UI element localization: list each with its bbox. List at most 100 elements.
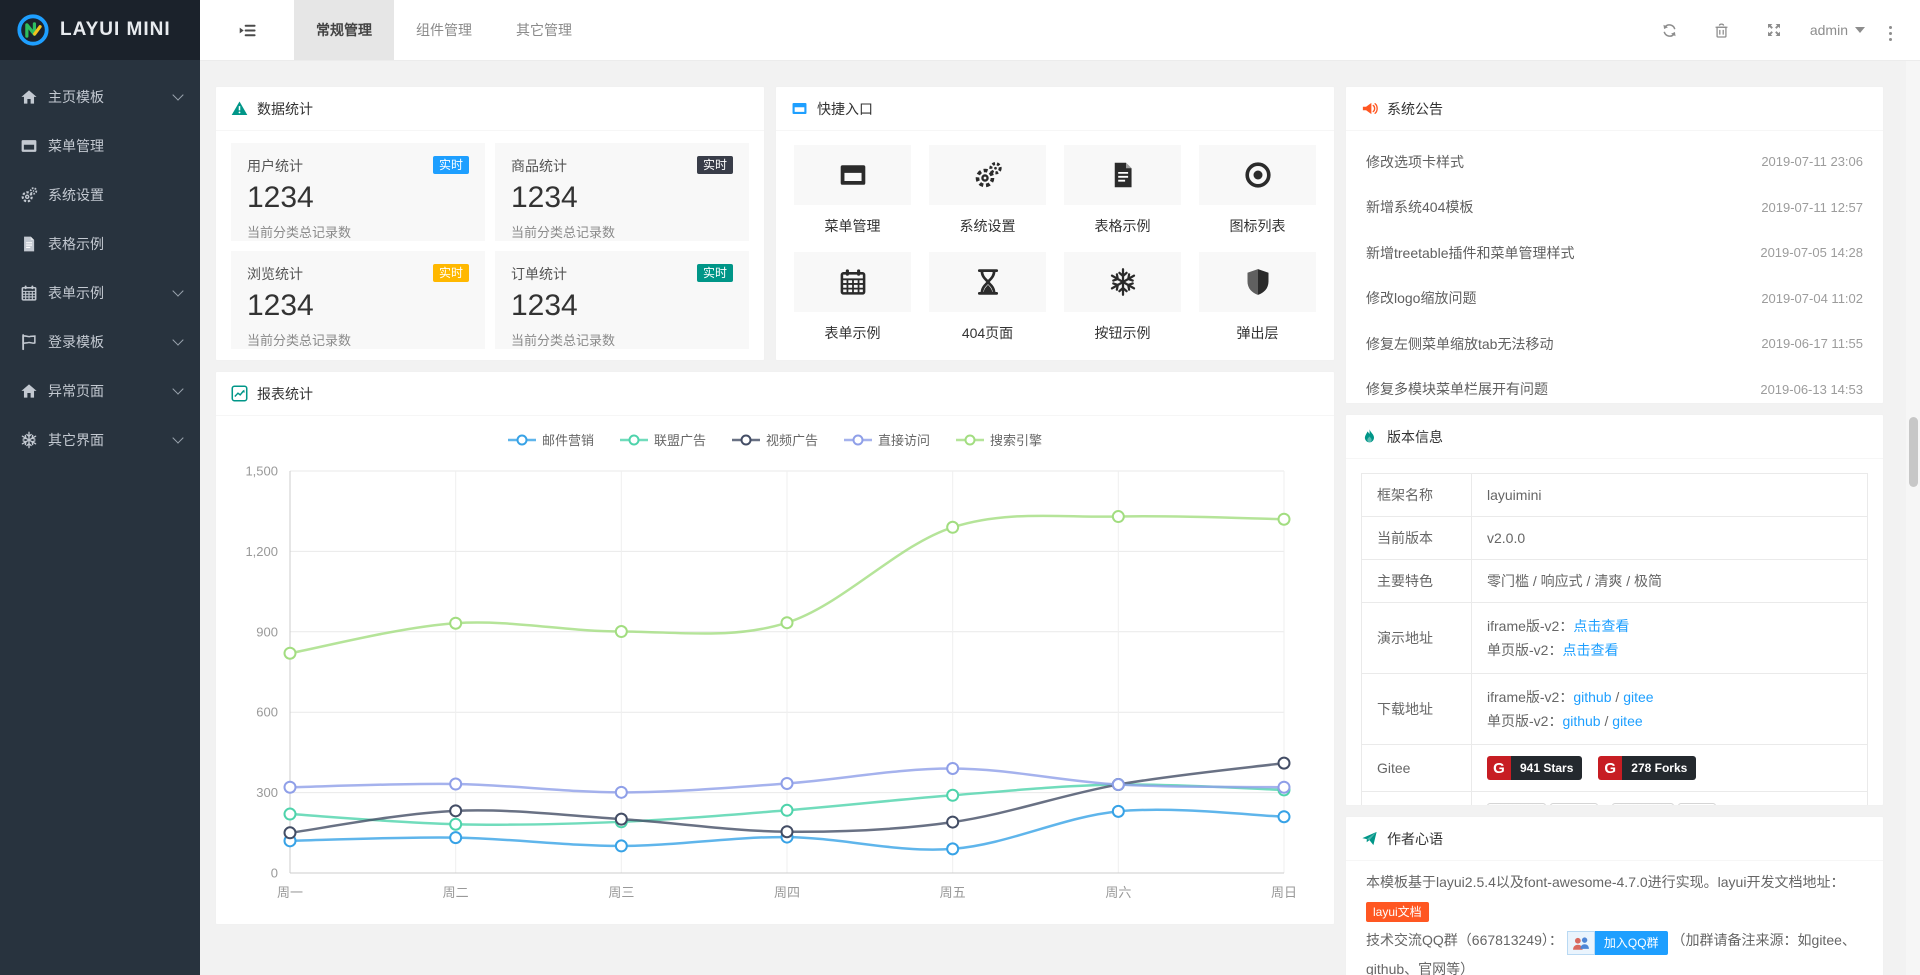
quick-item-menu-management[interactable]: 菜单管理 xyxy=(794,145,911,236)
quick-item-table-examples[interactable]: 表格示例 xyxy=(1064,145,1181,236)
vertical-scrollbar[interactable] xyxy=(1906,61,1920,975)
join-qq-group-button[interactable]: 加入QQ群 xyxy=(1567,931,1668,955)
data-point xyxy=(1113,511,1124,522)
svg-text:1,200: 1,200 xyxy=(245,544,278,559)
layui-mini-logo-icon xyxy=(16,13,50,47)
legend-item[interactable]: 视频广告 xyxy=(732,430,818,449)
notice-text: 新增系统404模板 xyxy=(1366,197,1473,217)
notice-item[interactable]: 新增系统404模板 2019-07-11 12:57 xyxy=(1366,185,1863,231)
sidebar-item-table-examples[interactable]: 表格示例 xyxy=(0,219,200,268)
panel-header: 报表统计 xyxy=(216,372,1334,416)
svg-text:600: 600 xyxy=(256,705,278,720)
sidebar-item-home-template[interactable]: 主页模板 xyxy=(0,72,200,121)
clear-cache-button[interactable] xyxy=(1696,22,1748,39)
line-chart-svg[interactable]: 03006009001,2001,500周一周二周三周四周五周六周日 xyxy=(228,455,1316,925)
notice-item[interactable]: 修复左侧菜单缩放tab无法移动 2019-06-17 11:55 xyxy=(1366,321,1863,367)
line-chart: 03006009001,2001,500周一周二周三周四周五周六周日 xyxy=(216,453,1334,925)
gitee-forks-badge[interactable]: G 278 Forks xyxy=(1598,756,1696,780)
window-icon xyxy=(20,137,38,155)
data-point xyxy=(450,618,461,629)
stat-title: 用户统计 xyxy=(247,156,303,176)
warning-triangle-icon xyxy=(231,100,248,117)
notice-item[interactable]: 新增treetable插件和菜单管理样式 2019-07-05 14:28 xyxy=(1366,230,1863,276)
data-point xyxy=(947,522,958,533)
more-menu-button[interactable] xyxy=(1879,22,1902,38)
user-menu[interactable]: admin xyxy=(1810,22,1865,38)
row-value: v2.0.0 xyxy=(1472,517,1868,560)
download-github-link[interactable]: github xyxy=(1573,689,1611,705)
quick-item-404-page[interactable]: 404页面 xyxy=(929,252,1046,343)
github-fork-count[interactable]: 440 xyxy=(1678,803,1716,806)
quick-item-system-settings[interactable]: 系统设置 xyxy=(929,145,1046,236)
data-point xyxy=(285,827,296,838)
svg-text:周六: 周六 xyxy=(1105,885,1131,900)
quick-item-label: 表单示例 xyxy=(794,323,911,343)
app-logo[interactable]: LAYUI MINI xyxy=(0,0,200,60)
fullscreen-button[interactable] xyxy=(1748,22,1800,38)
legend-label: 邮件营销 xyxy=(542,430,594,449)
row-label: 框架名称 xyxy=(1362,474,1472,517)
row-value: 零门槛 / 响应式 / 清爽 / 极简 xyxy=(1472,560,1868,603)
chevron-down-icon xyxy=(172,334,183,345)
collapse-sidebar-button[interactable] xyxy=(200,0,294,60)
scrollbar-thumb[interactable] xyxy=(1909,417,1918,487)
stat-value: 1234 xyxy=(247,289,469,323)
sidebar-item-other-pages[interactable]: 其它界面 xyxy=(0,415,200,464)
demo-spa-link[interactable]: 点击查看 xyxy=(1562,642,1618,658)
download-gitee-link[interactable]: gitee xyxy=(1612,713,1642,729)
trash-icon xyxy=(1713,22,1730,39)
data-point xyxy=(1279,811,1290,822)
sidebar-item-login-templates[interactable]: 登录模板 xyxy=(0,317,200,366)
stat-card-products[interactable]: 商品统计 实时 1234 当前分类总记录数 xyxy=(495,143,749,241)
demo-iframe-link[interactable]: 点击查看 xyxy=(1573,618,1629,634)
tab-other-management[interactable]: 其它管理 xyxy=(494,0,594,60)
quick-item-popup-layer[interactable]: 弹出层 xyxy=(1199,252,1316,343)
demo-prefix: iframe版-v2： xyxy=(1487,618,1573,634)
legend-item[interactable]: 搜索引擎 xyxy=(956,430,1042,449)
stat-card-users[interactable]: 用户统计 实时 1234 当前分类总记录数 xyxy=(231,143,485,241)
data-point xyxy=(285,782,296,793)
sidebar-item-system-settings[interactable]: 系统设置 xyxy=(0,170,200,219)
quick-item-form-examples[interactable]: 表单示例 xyxy=(794,252,911,343)
layui-doc-link[interactable]: layui文档 xyxy=(1366,902,1429,922)
panel-header: 系统公告 xyxy=(1346,87,1883,131)
hourglass-icon xyxy=(973,267,1003,297)
notice-list: 修改选项卡样式 2019-07-11 23:06 新增系统404模板 2019-… xyxy=(1346,131,1883,404)
sidebar-item-label: 主页模板 xyxy=(48,87,174,107)
stat-card-views[interactable]: 浏览统计 实时 1234 当前分类总记录数 xyxy=(231,251,485,349)
legend-item[interactable]: 联盟广告 xyxy=(620,430,706,449)
data-point xyxy=(947,817,958,828)
tab-general-management[interactable]: 常规管理 xyxy=(294,0,394,60)
download-github-link[interactable]: github xyxy=(1562,713,1600,729)
sidebar-item-error-pages[interactable]: 异常页面 xyxy=(0,366,200,415)
data-point xyxy=(782,778,793,789)
stat-card-orders[interactable]: 订单统计 实时 1234 当前分类总记录数 xyxy=(495,251,749,349)
github-fork-button[interactable]: Fork xyxy=(1612,803,1674,806)
main-content: 数据统计 用户统计 实时 1234 当前分类总记录数 商品统计 xyxy=(200,61,1920,975)
notice-text: 修复左侧菜单缩放tab无法移动 xyxy=(1366,334,1553,354)
legend-item[interactable]: 邮件营销 xyxy=(508,430,594,449)
quick-item-button-examples[interactable]: 按钮示例 xyxy=(1064,252,1181,343)
stat-caption: 当前分类总记录数 xyxy=(247,330,469,349)
svg-text:周二: 周二 xyxy=(443,885,469,900)
row-value: layuimini xyxy=(1472,474,1868,517)
quick-item-icon-list[interactable]: 图标列表 xyxy=(1199,145,1316,236)
download-gitee-link[interactable]: gitee xyxy=(1623,689,1653,705)
notice-time: 2019-07-04 11:02 xyxy=(1761,291,1863,306)
data-point xyxy=(947,763,958,774)
github-star-button[interactable]: Star xyxy=(1487,803,1546,806)
refresh-button[interactable] xyxy=(1644,22,1696,39)
legend-item[interactable]: 直接访问 xyxy=(844,430,930,449)
github-star-count[interactable]: 1,419 xyxy=(1550,803,1598,806)
sidebar-item-form-examples[interactable]: 表单示例 xyxy=(0,268,200,317)
sidebar-item-menu-management[interactable]: 菜单管理 xyxy=(0,121,200,170)
window-blue-icon xyxy=(791,100,808,117)
notice-item[interactable]: 修改logo缩放问题 2019-07-04 11:02 xyxy=(1366,276,1863,322)
gitee-stars-badge[interactable]: G 941 Stars xyxy=(1487,756,1582,780)
tab-component-management[interactable]: 组件管理 xyxy=(394,0,494,60)
notice-item[interactable]: 修改选项卡样式 2019-07-11 23:06 xyxy=(1366,139,1863,185)
notice-item[interactable]: 修复多模块菜单栏展开有问题 2019-06-13 14:53 xyxy=(1366,367,1863,405)
notice-time: 2019-07-11 12:57 xyxy=(1761,200,1863,215)
row-label: Gitee xyxy=(1362,745,1472,792)
svg-text:周五: 周五 xyxy=(940,885,966,900)
